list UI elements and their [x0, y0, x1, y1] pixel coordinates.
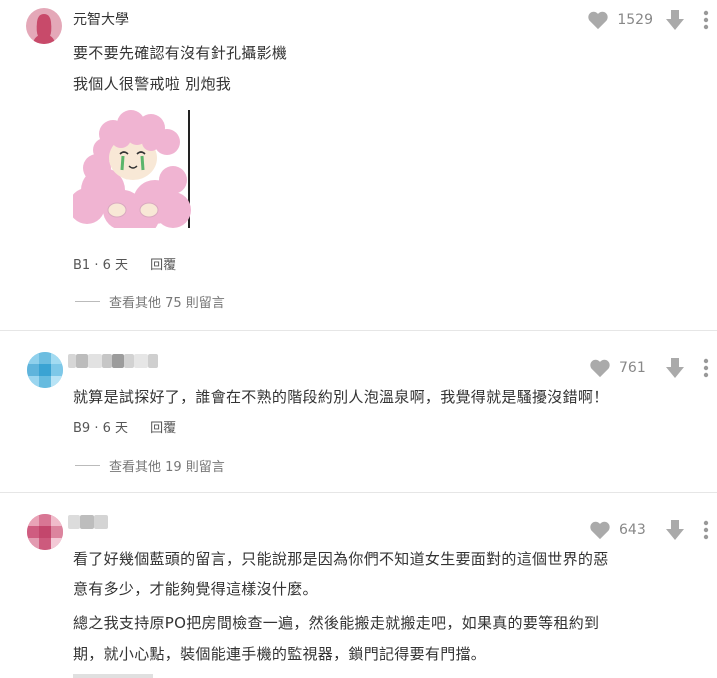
downvote-arrow-icon[interactable] [665, 357, 685, 379]
comment-actions: 1529 [587, 9, 709, 31]
view-more-replies[interactable]: 查看其他 19 則留言 [75, 456, 225, 475]
comment-text-line: 我個人很警戒啦 別炮我 [73, 75, 232, 93]
floor-number: B1 [73, 258, 91, 273]
blur-block [134, 354, 148, 368]
view-more-label: 查看其他 75 則留言 [109, 296, 225, 311]
downvote-arrow-icon[interactable] [665, 9, 685, 31]
blur-block [94, 515, 108, 529]
blur-block [148, 354, 158, 368]
blur-block [112, 354, 124, 368]
post-time: 6 天 [102, 421, 129, 436]
like-count: 1529 [617, 12, 653, 28]
view-more-line [75, 465, 100, 466]
floor-number: B9 [73, 421, 91, 436]
avatar[interactable] [27, 352, 63, 388]
like-count: 643 [619, 522, 646, 538]
blurred-author-name[interactable] [68, 354, 164, 368]
comment-text-line: 看了好幾個藍頭的留言，只能說那是因為你們不知道女生要面對的這個世界的惡 [73, 550, 609, 568]
like-button[interactable]: 1529 [587, 10, 653, 30]
view-more-line [75, 301, 100, 302]
comment-text-line: 期，就小心點，裝個能連手機的監視器，鎖門記得要有門擋。 [73, 645, 487, 663]
more-options-icon[interactable] [703, 10, 709, 30]
female-avatar-icon [33, 14, 55, 44]
comment-meta: B9 · 6 天 回覆 [73, 417, 176, 436]
blur-block [76, 354, 88, 368]
avatar[interactable] [26, 8, 62, 44]
post-time: 6 天 [102, 258, 129, 273]
comment-text-line: 就算是試探好了，誰會在不熟的階段約別人泡溫泉啊，我覺得就是騷擾沒錯啊！ [73, 388, 609, 406]
author-name[interactable]: 元智大學 [73, 9, 129, 29]
more-options-icon[interactable] [703, 358, 709, 378]
sticker-image [69, 110, 191, 234]
comment-actions: 761 [589, 357, 709, 379]
blur-block [124, 354, 134, 368]
meta-separator: · [94, 421, 103, 436]
downvote-arrow-icon[interactable] [665, 519, 685, 541]
meta-separator: · [94, 258, 103, 273]
heart-icon [590, 521, 610, 540]
divider [0, 492, 717, 493]
comment-actions: 643 [589, 519, 709, 541]
blur-block [102, 354, 112, 368]
blur-block [80, 515, 94, 529]
comment-text-line: 要不要先確認有沒有針孔攝影機 [73, 44, 288, 62]
blur-block [68, 515, 80, 529]
crying-pink-sheep-sticker[interactable] [69, 110, 191, 234]
blurred-avatar-icon [27, 514, 63, 550]
comment-text-line: 總之我支持原PO把房間檢查一遍，然後能搬走就搬走吧，如果真的要等租約到 [73, 614, 600, 632]
cropped-footer-fragment [73, 674, 153, 678]
avatar[interactable] [27, 514, 63, 550]
blur-block [88, 354, 102, 368]
heart-icon [588, 11, 609, 30]
view-more-replies[interactable]: 查看其他 75 則留言 [75, 292, 225, 311]
blur-block [68, 354, 76, 368]
divider [0, 330, 717, 331]
like-button[interactable]: 761 [589, 358, 653, 378]
like-button[interactable]: 643 [589, 520, 653, 540]
reply-button[interactable]: 回覆 [150, 258, 176, 273]
like-count: 761 [619, 360, 646, 376]
comment-meta: B1 · 6 天 回覆 [73, 254, 176, 273]
more-options-icon[interactable] [703, 520, 709, 540]
heart-icon [590, 359, 610, 378]
view-more-label: 查看其他 19 則留言 [109, 460, 225, 475]
reply-button[interactable]: 回覆 [150, 421, 176, 436]
blurred-avatar-icon [27, 352, 63, 388]
blurred-author-name[interactable] [68, 515, 108, 529]
comment-text-line: 意有多少，才能夠覺得這樣沒什麼。 [73, 580, 318, 598]
